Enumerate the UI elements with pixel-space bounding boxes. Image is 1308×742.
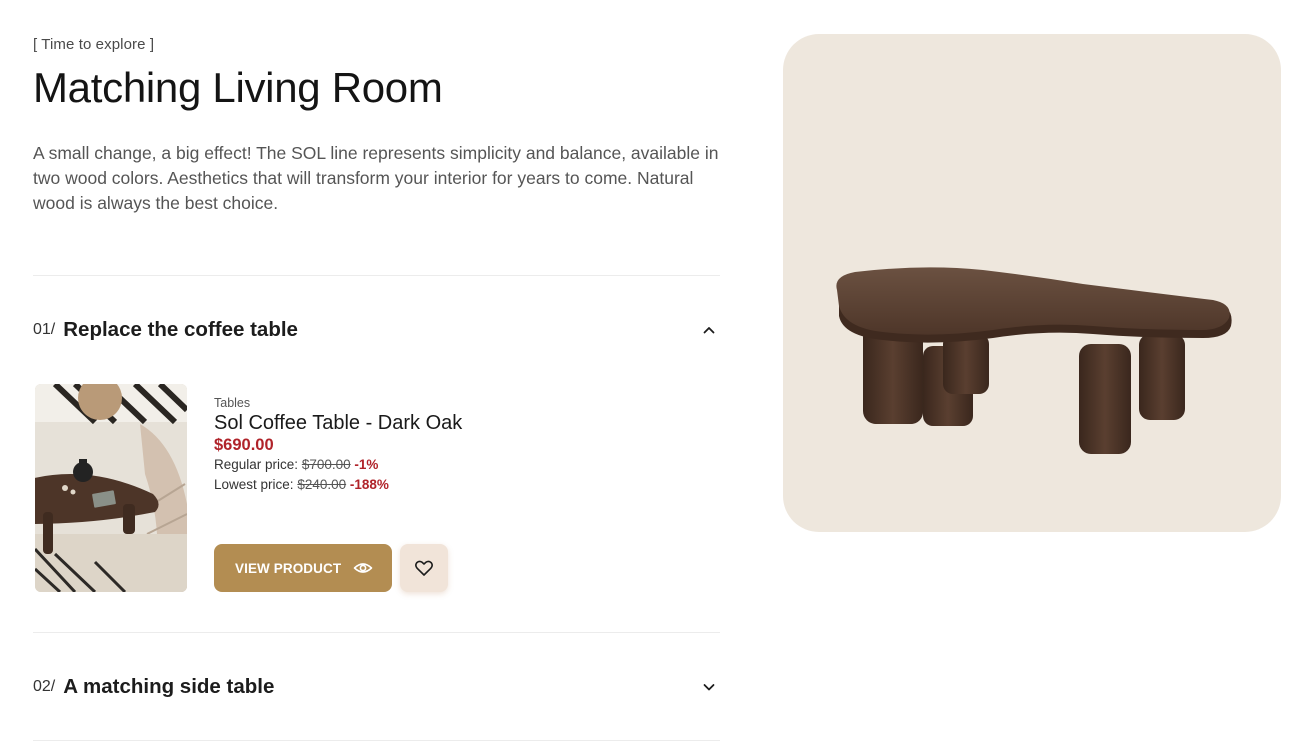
regular-price-label: Regular price: [214,457,299,472]
hero-product-image [783,34,1281,532]
lowest-price-line: Lowest price: $240.00 -188% [214,475,462,495]
lowest-price-value: $240.00 [297,477,347,492]
product-price: $690.00 [214,436,274,454]
lowest-price-discount: -188% [349,477,389,492]
regular-price-discount: -1% [354,457,379,472]
page-title: Matching Living Room [33,64,443,111]
product-thumbnail-image [35,384,187,592]
accordion-header-side-table[interactable]: 02/ A matching side table [33,673,720,701]
lowest-price-label: Lowest price: [214,477,294,492]
product-info: Tables Sol Coffee Table - Dark Oak $690.… [214,396,462,495]
product-name[interactable]: Sol Coffee Table - Dark Oak [214,412,462,435]
add-to-wishlist-button[interactable] [400,544,448,592]
chevron-down-icon[interactable] [702,680,716,694]
eye-icon [353,563,373,573]
chevron-up-icon[interactable] [702,323,716,337]
accordion-title: Replace the coffee table [63,318,298,341]
accordion-number: 01/ [33,321,56,338]
divider [33,632,720,633]
regular-price-line: Regular price: $700.00 -1% [214,455,462,475]
product-thumbnail[interactable] [35,384,187,592]
accordion-header-coffee-table[interactable]: 01/ Replace the coffee table [33,316,720,344]
accordion-number: 02/ [33,678,56,695]
section-eyebrow: [ Time to explore ] [33,36,155,53]
heart-icon [415,560,433,576]
coffee-table-image [836,267,1232,454]
view-product-label: VIEW PRODUCT [235,560,342,576]
regular-price-value: $700.00 [301,457,351,472]
divider [33,740,720,741]
divider [33,275,720,276]
accordion-title: A matching side table [63,675,275,698]
view-product-button[interactable]: VIEW PRODUCT [214,544,392,592]
product-category: Tables [214,396,251,410]
section-description: A small change, a big effect! The SOL li… [33,143,719,213]
